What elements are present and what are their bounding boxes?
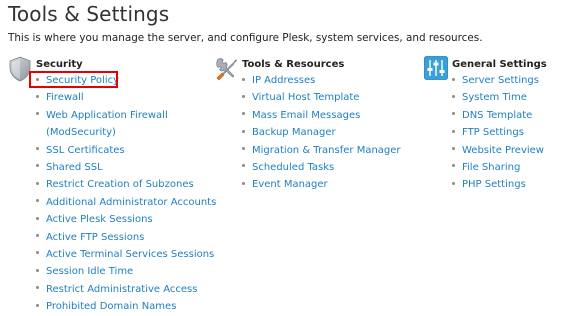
link-label[interactable]: Website Preview <box>462 145 544 156</box>
link-label[interactable]: Migration & Transfer Manager <box>252 145 401 156</box>
security-heading: Security <box>36 59 83 70</box>
general-settings-link-list: Server Settings System Time DNS Template… <box>452 72 544 194</box>
bullet <box>242 77 245 81</box>
bullet <box>242 94 245 98</box>
link-label[interactable]: Active Terminal Services Sessions <box>46 249 214 260</box>
link-label[interactable]: Shared SSL <box>46 162 103 173</box>
link-label[interactable]: Web Application Firewall <box>46 110 168 121</box>
page-title: Tools & Settings <box>8 2 170 26</box>
link-active-plesk-sessions[interactable]: Active Plesk Sessions <box>36 211 216 228</box>
link-active-terminal-services-sessions[interactable]: Active Terminal Services Sessions <box>36 246 216 263</box>
link-label[interactable]: Event Manager <box>252 179 328 190</box>
link-label[interactable]: Security Policy <box>46 75 119 86</box>
link-label[interactable]: Active FTP Sessions <box>46 232 144 243</box>
bullet <box>452 94 455 98</box>
link-backup-manager[interactable]: Backup Manager <box>242 124 401 141</box>
tools-resources-link-list: IP Addresses Virtual Host Template Mass … <box>242 72 401 194</box>
general-settings-heading: General Settings <box>452 59 547 70</box>
link-additional-administrator-accounts[interactable]: Additional Administrator Accounts <box>36 194 216 211</box>
link-event-manager[interactable]: Event Manager <box>242 176 401 193</box>
page-description: This is where you manage the server, and… <box>8 32 483 44</box>
link-label[interactable]: System Time <box>462 92 527 103</box>
bullet <box>452 112 455 116</box>
bullet <box>36 216 39 220</box>
link-label[interactable]: Server Settings <box>462 75 539 86</box>
link-label[interactable]: DNS Template <box>462 110 532 121</box>
link-ssl-certificates[interactable]: SSL Certificates <box>36 142 216 159</box>
link-web-application-firewall[interactable]: Web Application Firewall <box>36 107 216 124</box>
bullet <box>452 181 455 185</box>
link-label[interactable]: FTP Settings <box>462 127 524 138</box>
link-label[interactable]: Session Idle Time <box>46 266 133 277</box>
link-active-ftp-sessions[interactable]: Active FTP Sessions <box>36 229 216 246</box>
link-label[interactable]: Backup Manager <box>252 127 336 138</box>
link-label[interactable]: Active Plesk Sessions <box>46 214 153 225</box>
link-dns-template[interactable]: DNS Template <box>452 107 544 124</box>
link-label[interactable]: Firewall <box>46 92 84 103</box>
link-php-settings[interactable]: PHP Settings <box>452 176 544 193</box>
bullet <box>36 77 39 81</box>
link-label[interactable]: (ModSecurity) <box>46 127 116 138</box>
bullet <box>452 147 455 151</box>
bullet <box>36 164 39 168</box>
bullet <box>36 251 39 255</box>
link-virtual-host-template[interactable]: Virtual Host Template <box>242 89 401 106</box>
bullet <box>242 129 245 133</box>
link-restrict-creation-of-subzones[interactable]: Restrict Creation of Subzones <box>36 176 216 193</box>
link-restrict-administrative-access[interactable]: Restrict Administrative Access <box>36 281 216 298</box>
bullet <box>36 303 39 307</box>
link-prohibited-domain-names[interactable]: Prohibited Domain Names <box>36 298 216 315</box>
link-label[interactable]: Mass Email Messages <box>252 110 360 121</box>
link-ftp-settings[interactable]: FTP Settings <box>452 124 544 141</box>
link-label[interactable]: Virtual Host Template <box>252 92 359 103</box>
link-scheduled-tasks[interactable]: Scheduled Tasks <box>242 159 401 176</box>
link-system-time[interactable]: System Time <box>452 89 544 106</box>
link-label[interactable]: IP Addresses <box>252 75 315 86</box>
bullet <box>36 147 39 151</box>
wrench-screwdriver-icon <box>214 56 238 82</box>
bullet <box>452 77 455 81</box>
tools-resources-heading: Tools & Resources <box>242 59 345 70</box>
bullet <box>36 268 39 272</box>
bullet <box>452 164 455 168</box>
bullet <box>36 181 39 185</box>
link-ip-addresses[interactable]: IP Addresses <box>242 72 401 89</box>
link-mass-email-messages[interactable]: Mass Email Messages <box>242 107 401 124</box>
link-label[interactable]: Prohibited Domain Names <box>46 301 176 312</box>
link-web-application-firewall-cont[interactable]: (ModSecurity) <box>36 124 216 141</box>
bullet <box>452 129 455 133</box>
link-migration-transfer-manager[interactable]: Migration & Transfer Manager <box>242 142 401 159</box>
link-shared-ssl[interactable]: Shared SSL <box>36 159 216 176</box>
bullet <box>36 234 39 238</box>
bullet <box>36 199 39 203</box>
link-label[interactable]: Restrict Creation of Subzones <box>46 179 194 190</box>
link-label[interactable]: SSL Certificates <box>46 145 125 156</box>
security-link-list: Security Policy Firewall Web Application… <box>29 71 216 315</box>
link-label[interactable]: Additional Administrator Accounts <box>46 197 216 208</box>
bullet <box>36 112 39 116</box>
bullet <box>242 164 245 168</box>
link-website-preview[interactable]: Website Preview <box>452 142 544 159</box>
link-label[interactable]: Restrict Administrative Access <box>46 284 197 295</box>
bullet <box>36 94 39 98</box>
link-firewall[interactable]: Firewall <box>36 89 216 106</box>
shield-icon <box>8 56 32 82</box>
bullet <box>242 147 245 151</box>
link-label[interactable]: PHP Settings <box>462 179 526 190</box>
bullet <box>242 112 245 116</box>
link-label[interactable]: Scheduled Tasks <box>252 162 334 173</box>
link-server-settings[interactable]: Server Settings <box>452 72 544 89</box>
link-session-idle-time[interactable]: Session Idle Time <box>36 263 216 280</box>
link-security-policy[interactable]: Security Policy <box>29 71 216 89</box>
sliders-icon <box>424 56 448 82</box>
bullet <box>36 286 39 290</box>
link-label[interactable]: File Sharing <box>462 162 520 173</box>
bullet <box>242 181 245 185</box>
link-file-sharing[interactable]: File Sharing <box>452 159 544 176</box>
